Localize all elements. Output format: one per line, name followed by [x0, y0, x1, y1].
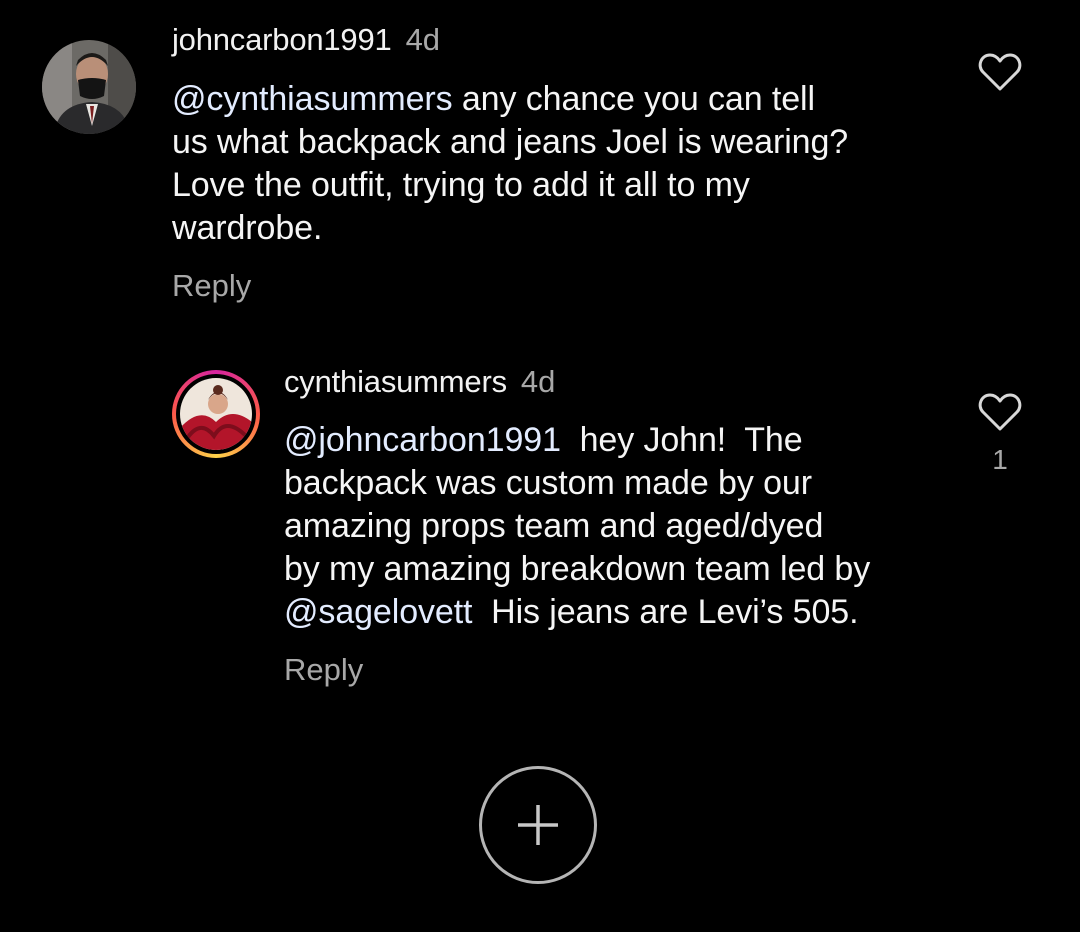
comment-line: backpack was custom made by our	[284, 464, 812, 502]
heart-outline-icon	[978, 393, 1022, 431]
avatar-johncarbon1991[interactable]	[42, 40, 136, 134]
comment-line: us what backpack and jeans Joel is weari…	[172, 123, 849, 161]
comment-text: @cynthiasummers any chance you can tell …	[172, 78, 932, 250]
plus-icon	[518, 805, 558, 845]
username-link[interactable]: cynthiasummers	[284, 364, 507, 399]
like-count: 1	[992, 444, 1008, 475]
timestamp: 4d	[520, 364, 556, 399]
comment-line: @johncarbon1991 hey John! The	[284, 419, 964, 462]
comment-line: by my amazing breakdown team led by	[284, 550, 871, 588]
comment-line: amazing props team and aged/dyed	[284, 507, 824, 545]
comment-line: Love the outfit, trying to add it all to…	[172, 166, 750, 204]
mention-link[interactable]: @cynthiasummers	[172, 80, 453, 118]
comment-text: @johncarbon1991 hey John! The backpack w…	[284, 419, 964, 634]
comment-line-text: any chance you can tell	[452, 80, 815, 118]
comment-header: cynthiasummers 4d	[284, 362, 555, 402]
username-link[interactable]: johncarbon1991	[172, 22, 392, 57]
comment-line-text: His jeans are Levi’s 505.	[472, 593, 859, 631]
heart-outline-icon	[978, 53, 1022, 91]
comment-line-text: hey John! The	[560, 421, 803, 459]
like-button[interactable]	[978, 52, 1022, 92]
comment-line: @cynthiasummers any chance you can tell	[172, 78, 932, 121]
comment-header: johncarbon1991 4d	[172, 20, 440, 60]
add-button[interactable]	[479, 766, 597, 884]
mention-link[interactable]: @johncarbon1991	[284, 421, 561, 459]
avatar-cynthiasummers[interactable]	[172, 370, 260, 458]
like-button[interactable]	[978, 392, 1022, 432]
comment-line: @sagelovett His jeans are Levi’s 505.	[284, 591, 964, 634]
timestamp: 4d	[405, 22, 441, 57]
mention-link[interactable]: @sagelovett	[284, 593, 473, 631]
reply-button[interactable]: Reply	[284, 650, 363, 690]
comment-line: wardrobe.	[172, 209, 323, 247]
reply-button[interactable]: Reply	[172, 266, 251, 306]
